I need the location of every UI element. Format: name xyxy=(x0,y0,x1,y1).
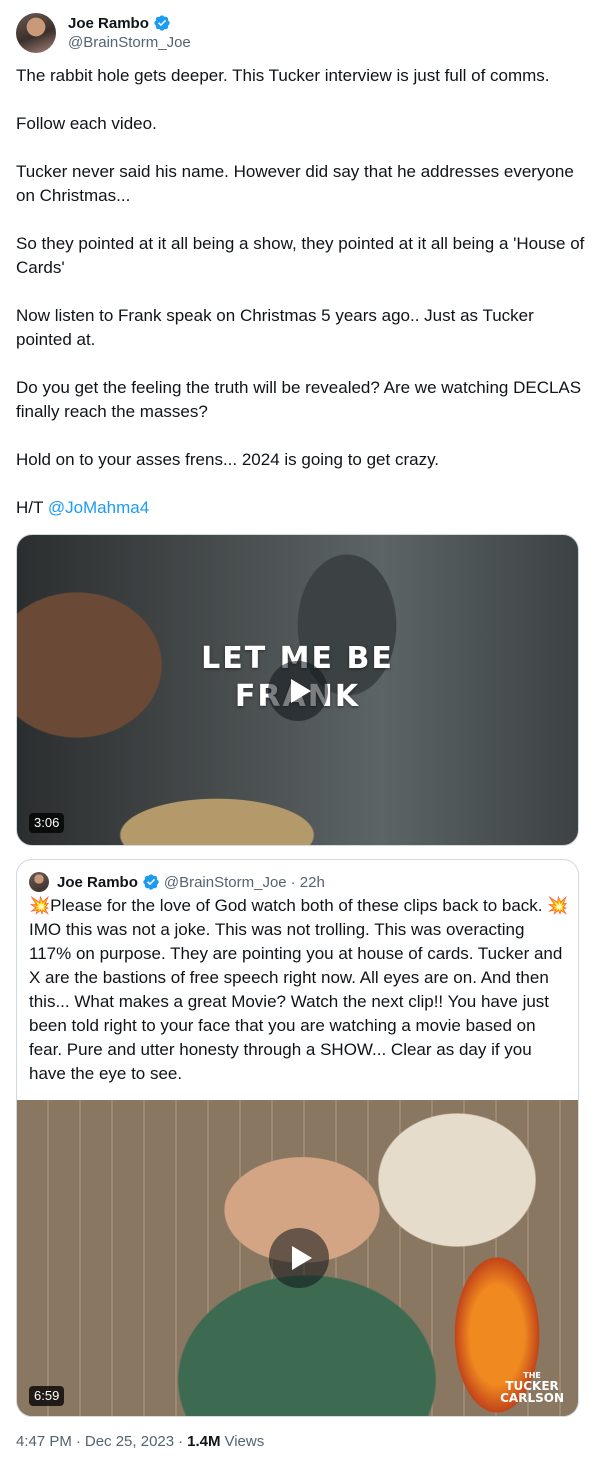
video-duration: 6:59 xyxy=(29,1386,65,1406)
quoted-video-player[interactable]: 6:59 THE TUCKER CARLSON xyxy=(17,1100,578,1416)
tweet-date[interactable]: Dec 25, 2023 xyxy=(85,1432,174,1452)
quoted-display-name: Joe Rambo xyxy=(57,873,138,891)
play-icon[interactable] xyxy=(269,1228,329,1288)
views-count: 1.4M xyxy=(187,1433,221,1450)
tweet-header: Joe Rambo @BrainStorm_Joe xyxy=(16,12,191,54)
logo-line: CARLSON xyxy=(500,1391,564,1405)
hat-tip-line: H/T @JoMahma4 xyxy=(16,496,591,520)
tweet-paragraph: Tucker never said his name. However did … xyxy=(16,162,574,205)
verified-badge-icon xyxy=(143,874,159,890)
tweet-paragraph: So they pointed at it all being a show, … xyxy=(16,234,585,277)
tweet-paragraph: Follow each video. xyxy=(16,114,157,133)
channel-logo: THE TUCKER CARLSON xyxy=(500,1371,564,1404)
verified-badge-icon xyxy=(154,15,170,31)
tweet-paragraph: Do you get the feeling the truth will be… xyxy=(16,378,582,421)
quoted-tweet-header: Joe Rambo @BrainStorm_Joe · 22h xyxy=(29,872,325,892)
author-name-row: Joe Rambo xyxy=(68,14,191,33)
tweet-paragraph: The rabbit hole gets deeper. This Tucker… xyxy=(16,66,550,85)
tweet-text: The rabbit hole gets deeper. This Tucker… xyxy=(16,64,591,544)
play-icon[interactable] xyxy=(268,661,328,721)
tweet-paragraph: Now listen to Frank speak on Christmas 5… xyxy=(16,306,534,349)
mention-link[interactable]: @JoMahma4 xyxy=(48,498,149,517)
author-block: Joe Rambo @BrainStorm_Joe xyxy=(68,14,191,53)
hat-tip-prefix: H/T xyxy=(16,498,44,517)
quoted-tweet[interactable]: Joe Rambo @BrainStorm_Joe · 22h 💥Please … xyxy=(16,859,579,1417)
tweet-paragraph: Hold on to your asses frens... 2024 is g… xyxy=(16,450,440,469)
quoted-handle: @BrainStorm_Joe xyxy=(163,873,287,891)
views-label: Views xyxy=(224,1433,265,1450)
video-player[interactable]: LET ME BE FRANK 3:06 xyxy=(16,534,579,846)
tweet-metadata: 4:47 PM · Dec 25, 2023 · 1.4M Views xyxy=(16,1432,264,1452)
separator: · xyxy=(178,1433,184,1450)
avatar[interactable] xyxy=(16,13,56,53)
author-display-name[interactable]: Joe Rambo xyxy=(68,14,149,33)
separator: · xyxy=(75,1433,81,1450)
video-duration: 3:06 xyxy=(29,813,65,833)
quoted-tweet-text: 💥Please for the love of God watch both o… xyxy=(29,896,569,1083)
avatar xyxy=(29,872,49,892)
author-handle[interactable]: @BrainStorm_Joe xyxy=(68,33,191,53)
tweet-time[interactable]: 4:47 PM xyxy=(16,1432,72,1452)
quoted-timestamp: · 22h xyxy=(290,873,325,891)
